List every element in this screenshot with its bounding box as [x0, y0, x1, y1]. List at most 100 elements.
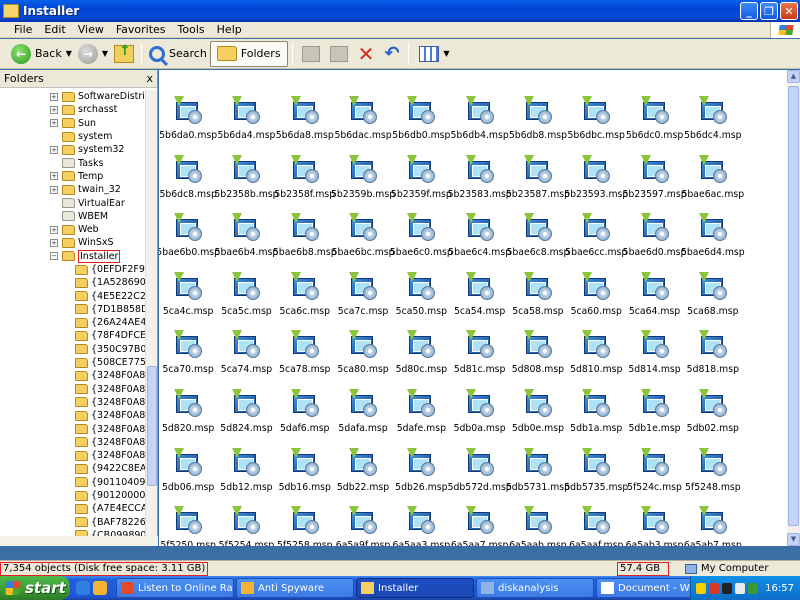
file-item[interactable]: 5db1e.msp [625, 389, 683, 448]
file-item[interactable]: 6a5aa3.msp [392, 506, 450, 546]
scrollbar-thumb[interactable] [147, 366, 157, 486]
tree-child-item[interactable]: {3248F0A8-6 [0, 383, 146, 396]
tree-horizontal-scrollbar[interactable] [0, 536, 158, 546]
menu-favorites[interactable]: Favorites [110, 23, 172, 36]
file-item[interactable]: 5b6da8.msp [276, 96, 334, 155]
file-item[interactable]: 5b23587.msp [506, 155, 570, 214]
file-item[interactable]: 5ca6c.msp [276, 272, 334, 331]
file-item[interactable]: 5db5735.msp [564, 448, 628, 507]
tree-child-item[interactable]: {90110409-6 [0, 476, 146, 489]
tray-network-icon[interactable] [748, 582, 759, 594]
file-item[interactable]: 5b23597.msp [622, 155, 687, 214]
file-item[interactable]: 5dafa.msp [334, 389, 392, 448]
close-button[interactable]: ✕ [780, 2, 798, 20]
file-item[interactable]: 5daf6.msp [276, 389, 334, 448]
tree-item[interactable]: − Installer [0, 249, 146, 263]
expand-icon[interactable]: + [50, 238, 58, 247]
tree-child-item[interactable]: {9422C8EA-B [0, 462, 146, 475]
file-item[interactable]: 5ca50.msp [392, 272, 450, 331]
file-item[interactable]: 5ca80.msp [334, 330, 392, 389]
file-item[interactable]: 5d814.msp [625, 330, 683, 389]
file-view-scrollbar[interactable]: ▲ ▼ [787, 70, 800, 546]
file-item[interactable]: 5db02.msp [684, 389, 742, 448]
maximize-button[interactable]: ❐ [760, 2, 778, 20]
taskbar-button[interactable]: Listen to Online Radi... [116, 578, 234, 598]
tree-child-item[interactable]: {7D1B858D-A [0, 303, 146, 316]
file-item[interactable]: 5bae6d4.msp [681, 213, 745, 272]
tree-child-item[interactable]: {3248F0A8-6 [0, 422, 146, 435]
file-item[interactable]: 5ca70.msp [159, 330, 217, 389]
file-item[interactable]: 5db1a.msp [567, 389, 625, 448]
file-item[interactable]: 5ca60.msp [567, 272, 625, 331]
file-item[interactable]: 5db0e.msp [509, 389, 567, 448]
tree-child-item[interactable]: {1A528690-6 [0, 276, 146, 289]
file-item[interactable]: 5b23583.msp [448, 155, 512, 214]
file-item[interactable]: 5ca74.msp [217, 330, 275, 389]
tree-child-item[interactable]: {0EFDF2F9-8 [0, 263, 146, 276]
file-item[interactable]: 5db5731.msp [506, 448, 570, 507]
tree-item[interactable]: + WinSxS [0, 236, 146, 249]
collapse-icon[interactable]: − [50, 252, 58, 261]
file-item[interactable]: 5d808.msp [509, 330, 567, 389]
file-item[interactable]: 5db0a.msp [450, 389, 508, 448]
file-item[interactable]: 5d810.msp [567, 330, 625, 389]
file-item[interactable]: 5b6da0.msp [159, 96, 217, 155]
copy-to-icon[interactable] [329, 45, 348, 62]
file-item[interactable]: 6a5aa7.msp [450, 506, 508, 546]
tree-item[interactable]: + twain_32 [0, 183, 146, 196]
tree-item[interactable]: system [0, 130, 146, 143]
file-item[interactable]: 5b23593.msp [564, 155, 628, 214]
file-item[interactable]: 5bae6d0.msp [623, 213, 686, 272]
file-item[interactable]: 5b6da4.msp [217, 96, 275, 155]
file-item[interactable]: 5b6db0.msp [392, 96, 450, 155]
file-item[interactable]: 5db26.msp [392, 448, 450, 507]
start-button[interactable]: start [0, 576, 70, 600]
back-button[interactable]: ← Back ▼ [8, 41, 75, 67]
minimize-button[interactable]: _ [740, 2, 758, 20]
tree-item[interactable]: VirtualEar [0, 196, 146, 209]
tree-child-item[interactable]: {A7E4ECCA-4 [0, 502, 146, 515]
menu-help[interactable]: Help [211, 23, 248, 36]
file-item[interactable]: 5b2358f.msp [274, 155, 335, 214]
tree-item[interactable]: + Web [0, 223, 146, 236]
menu-tools[interactable]: Tools [172, 23, 211, 36]
expand-icon[interactable]: + [50, 185, 58, 194]
forward-button[interactable]: → ▼ [75, 41, 111, 67]
dropdown-arrow-icon[interactable]: ▼ [66, 49, 72, 58]
dropdown-arrow-icon[interactable]: ▼ [102, 49, 108, 58]
tree-child-item[interactable]: {3248F0A8-6 [0, 409, 146, 422]
tree-child-item[interactable]: {350C97B0-3 [0, 343, 146, 356]
file-item[interactable]: 5d820.msp [159, 389, 217, 448]
file-item[interactable]: 5b6dc4.msp [684, 96, 742, 155]
tree-child-item[interactable]: {BAF78226-3 [0, 516, 146, 529]
file-item[interactable]: 5ca5c.msp [217, 272, 275, 331]
file-item[interactable]: 5db16.msp [276, 448, 334, 507]
menu-view[interactable]: View [72, 23, 110, 36]
browser-icon[interactable] [76, 581, 90, 595]
menu-edit[interactable]: Edit [38, 23, 71, 36]
file-item[interactable]: 5b6dc8.msp [159, 155, 217, 214]
file-item[interactable]: 5bae6cc.msp [565, 213, 627, 272]
tree-child-item[interactable]: {3248F0A8-6 [0, 436, 146, 449]
up-folder-button[interactable] [111, 41, 137, 67]
file-item[interactable]: 5bae6b0.msp [159, 213, 220, 272]
file-item[interactable]: 5b2359b.msp [331, 155, 395, 214]
folders-button[interactable]: Folders [209, 40, 288, 67]
tree-child-item[interactable]: {3248F0A8-6 [0, 396, 146, 409]
file-item[interactable]: 5f5250.msp [159, 506, 217, 546]
file-item[interactable]: 5ca58.msp [509, 272, 567, 331]
file-item[interactable]: 5b6db8.msp [509, 96, 567, 155]
file-item[interactable]: 5d81c.msp [450, 330, 508, 389]
file-item[interactable]: 5b6dbc.msp [567, 96, 625, 155]
file-item[interactable]: 5f524c.msp [625, 448, 683, 507]
file-item[interactable]: 5b6dac.msp [334, 96, 392, 155]
delete-icon[interactable]: ✕ [358, 44, 375, 64]
tree-child-item[interactable]: {26A24AE4-0 [0, 316, 146, 329]
scrollbar-thumb[interactable] [788, 86, 799, 526]
file-item[interactable]: 5b6db4.msp [450, 96, 509, 155]
tree-item[interactable]: Tasks [0, 156, 146, 169]
file-item[interactable]: 5ca78.msp [276, 330, 334, 389]
tray-program-icon[interactable] [722, 582, 733, 594]
tree-child-item[interactable]: {78F4DFCE-1 [0, 329, 146, 342]
views-button[interactable]: ▼ [413, 41, 452, 67]
